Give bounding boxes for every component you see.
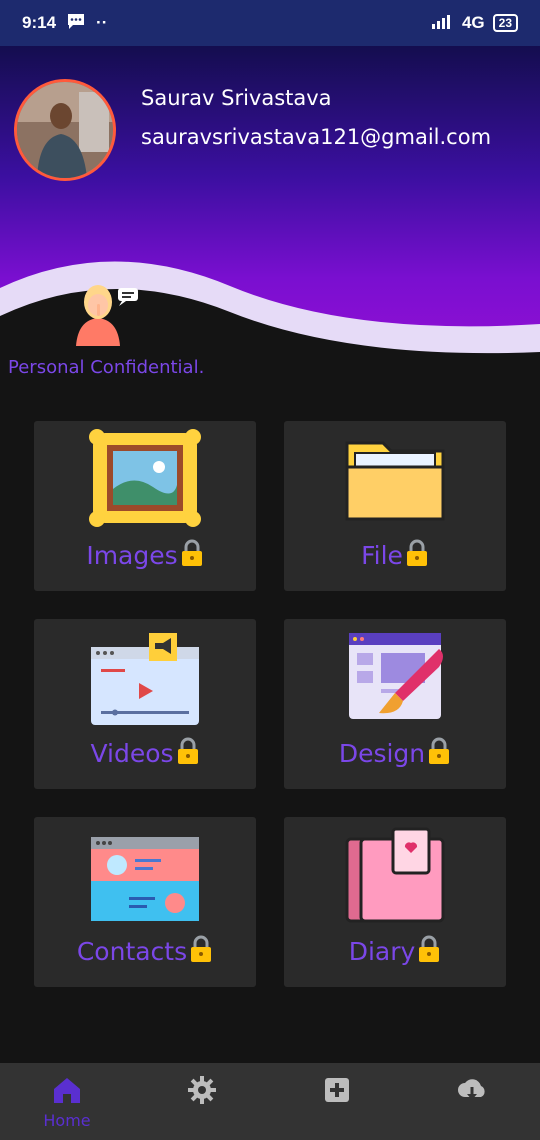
picture-frame-icon — [89, 429, 201, 531]
user-email: sauravsrivastava121@gmail.com — [141, 125, 492, 149]
user-name: Saurav Srivastava — [141, 86, 332, 110]
nav-settings[interactable] — [172, 1075, 232, 1109]
images-card[interactable]: Images — [34, 421, 256, 591]
settings-gear-icon — [188, 1076, 216, 1104]
avatar[interactable] — [14, 79, 116, 181]
file-label: File — [361, 541, 403, 570]
network-type: 4G — [461, 13, 485, 32]
add-square-icon — [325, 1078, 349, 1102]
diary-icon — [343, 825, 447, 927]
design-label: Design — [338, 739, 426, 768]
file-card[interactable]: File — [284, 421, 506, 591]
bottom-nav: Home — [0, 1063, 540, 1140]
lock-icon — [427, 737, 451, 771]
signal-icon — [431, 13, 454, 34]
avatar-photo — [17, 82, 113, 178]
video-player-icon — [89, 627, 201, 729]
nav-home[interactable]: Home — [37, 1075, 97, 1130]
lock-icon — [176, 737, 200, 771]
lock-icon — [417, 935, 441, 969]
contacts-card[interactable]: Contacts — [34, 817, 256, 987]
lock-icon — [180, 539, 204, 573]
diary-card[interactable]: Diary — [284, 817, 506, 987]
nav-cloud-download[interactable] — [442, 1075, 502, 1109]
nav-add[interactable] — [307, 1075, 367, 1109]
videos-label: Videos — [90, 739, 174, 768]
battery-level: 23 — [498, 16, 512, 30]
cloud-download-icon — [458, 1079, 485, 1100]
design-brush-icon — [343, 627, 447, 729]
nav-home-label: Home — [43, 1111, 91, 1130]
battery-icon: 23 — [492, 14, 518, 32]
folder-icon — [343, 429, 447, 531]
contacts-card-icon — [89, 825, 201, 927]
status-bar: 9:14 ·· 4G 23 — [0, 0, 540, 46]
images-label: Images — [86, 541, 178, 570]
videos-card[interactable]: Videos — [34, 619, 256, 789]
lock-icon — [405, 539, 429, 573]
status-time: 9:14 — [22, 13, 57, 32]
more-notifications-icon: ·· — [96, 13, 108, 32]
design-card[interactable]: Design — [284, 619, 506, 789]
home-icon — [54, 1078, 80, 1103]
confidential-label: Personal Confidential. — [8, 357, 205, 378]
diary-label: Diary — [348, 937, 416, 966]
confidential-person-icon — [70, 280, 142, 350]
message-notification-icon — [66, 12, 86, 35]
lock-icon — [189, 935, 213, 969]
contacts-label: Contacts — [76, 937, 188, 966]
